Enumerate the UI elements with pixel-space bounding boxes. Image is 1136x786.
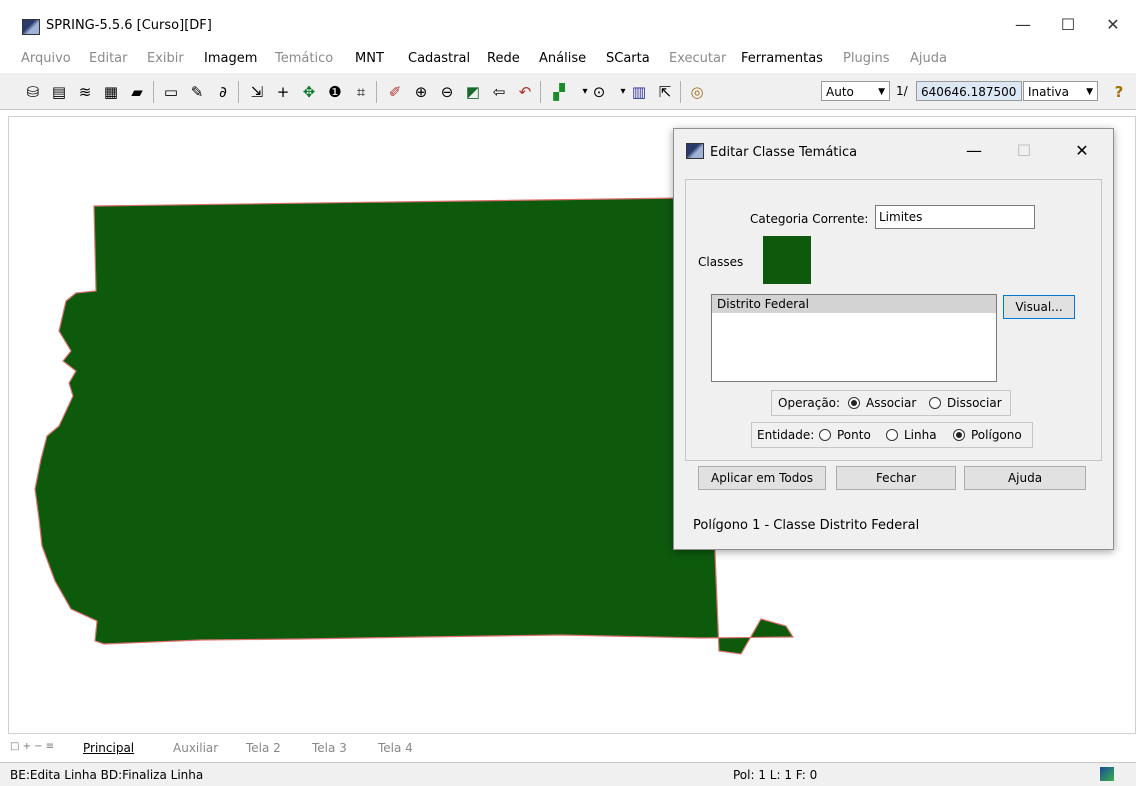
edit-theme-class-dialog: Editar Classe Temática — ☐ ✕ Categoria C… <box>673 128 1114 550</box>
associate-label[interactable]: Associar <box>866 396 916 410</box>
tab-controls[interactable]: □ + − ≡ <box>10 741 54 752</box>
status-left: BE:Edita Linha BD:Finaliza Linha <box>10 768 204 782</box>
point-label[interactable]: Ponto <box>837 428 871 442</box>
dissociate-radio[interactable] <box>929 397 941 409</box>
tab-tela-4[interactable]: Tela 4 <box>378 741 413 755</box>
category-label: Categoria Corrente: <box>750 212 869 226</box>
status-bar: BE:Edita Linha BD:Finaliza Linha Pol: 1 … <box>0 762 1136 786</box>
tab-tela-3[interactable]: Tela 3 <box>312 741 347 755</box>
polygon-radio[interactable] <box>953 429 965 441</box>
view-tabs: □ + − ≡ Principal Auxiliar Tela 2 Tela 3… <box>8 738 1136 758</box>
tab-auxiliar[interactable]: Auxiliar <box>173 741 218 755</box>
tab-principal[interactable]: Principal <box>83 741 134 755</box>
dialog-title: Editar Classe Temática <box>710 145 858 160</box>
category-field[interactable]: Limites <box>875 205 1035 229</box>
entity-label: Entidade: <box>757 428 815 442</box>
help-button[interactable]: Ajuda <box>964 466 1086 490</box>
status-center: Pol: 1 L: 1 F: 0 <box>733 768 818 782</box>
associate-radio[interactable] <box>848 397 860 409</box>
class-color-swatch[interactable] <box>763 236 811 284</box>
list-item[interactable]: Distrito Federal <box>712 295 996 313</box>
classes-label: Classes <box>698 255 744 269</box>
dialog-close-button[interactable]: ✕ <box>1062 139 1102 163</box>
tab-tela-2[interactable]: Tela 2 <box>246 741 281 755</box>
line-label[interactable]: Linha <box>904 428 937 442</box>
line-radio[interactable] <box>886 429 898 441</box>
dialog-icon <box>686 143 704 159</box>
point-radio[interactable] <box>819 429 831 441</box>
operation-label: Operação: <box>778 396 841 410</box>
dialog-minimize-button[interactable]: — <box>954 139 994 163</box>
dissociate-label[interactable]: Dissociar <box>947 396 1002 410</box>
classes-list[interactable]: Distrito Federal <box>711 294 997 382</box>
dialog-maximize-button[interactable]: ☐ <box>1004 139 1044 163</box>
dialog-status-text: Polígono 1 - Classe Distrito Federal <box>693 518 920 533</box>
polygon-label[interactable]: Polígono <box>971 428 1022 442</box>
apply-all-button[interactable]: Aplicar em Todos <box>698 466 826 490</box>
close-dialog-button[interactable]: Fechar <box>836 466 956 490</box>
visual-button[interactable]: Visual... <box>1003 295 1075 319</box>
globe-icon <box>1100 767 1114 781</box>
